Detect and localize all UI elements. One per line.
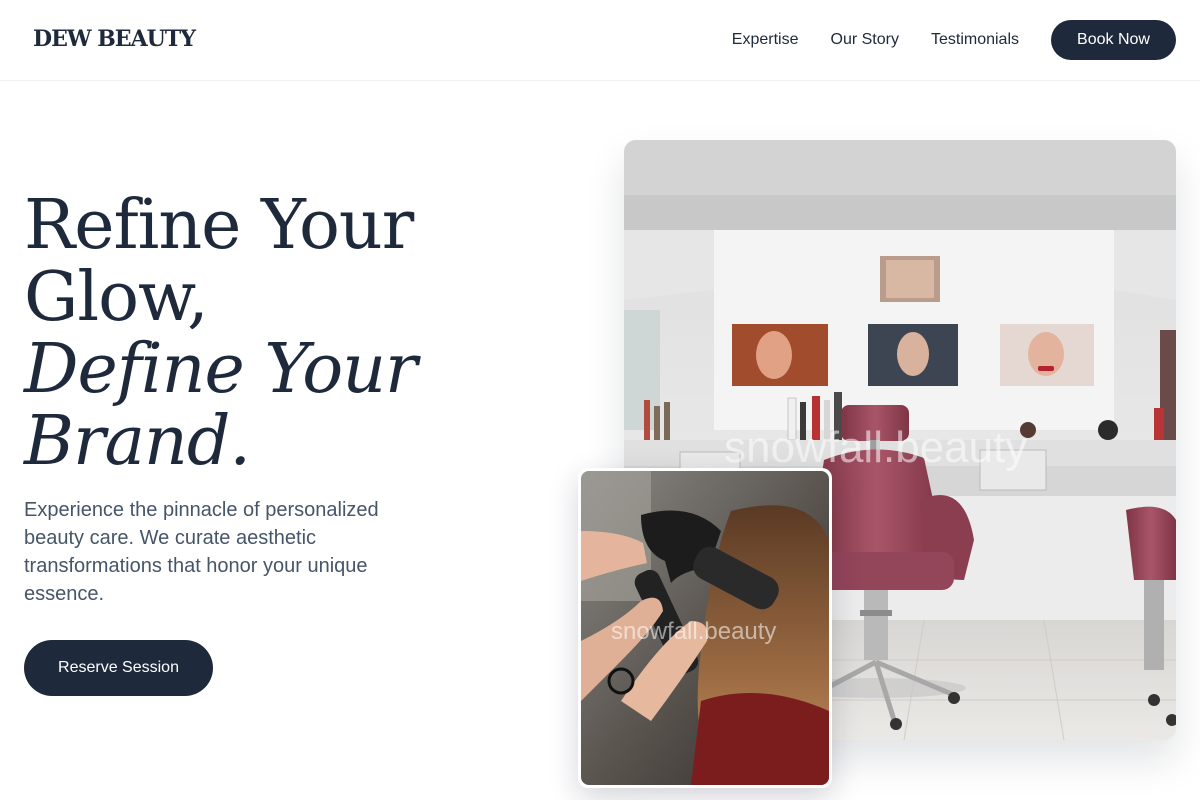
hero-title: Refine Your Glow, Define Your Brand.	[24, 190, 484, 478]
hero-description: Experience the pinnacle of personalized …	[24, 499, 379, 605]
salon-watermark: snowfall.beauty	[724, 423, 1027, 472]
hero-title-line-2: Glow,	[24, 258, 209, 337]
book-now-button[interactable]: Book Now	[1051, 20, 1176, 60]
hero-title-line-1: Refine Your	[24, 186, 414, 265]
main-nav: Expertise Our Story Testimonials Book No…	[732, 20, 1176, 60]
reserve-session-button[interactable]: Reserve Session	[24, 640, 213, 696]
nav-link-expertise[interactable]: Expertise	[732, 31, 799, 49]
hero-title-line-4: Brand.	[24, 402, 251, 481]
hair-styling-image: snowfall.beauty	[578, 468, 832, 788]
site-header: DEW BEAUTY Expertise Our Story Testimoni…	[0, 0, 1200, 81]
hero-title-line-3: Define Your	[24, 330, 418, 409]
brand-logo[interactable]: DEW BEAUTY	[33, 26, 196, 52]
nav-link-testimonials[interactable]: Testimonials	[931, 31, 1019, 49]
nav-link-our-story[interactable]: Our Story	[831, 31, 899, 49]
hair-watermark: snowfall.beauty	[611, 618, 776, 645]
